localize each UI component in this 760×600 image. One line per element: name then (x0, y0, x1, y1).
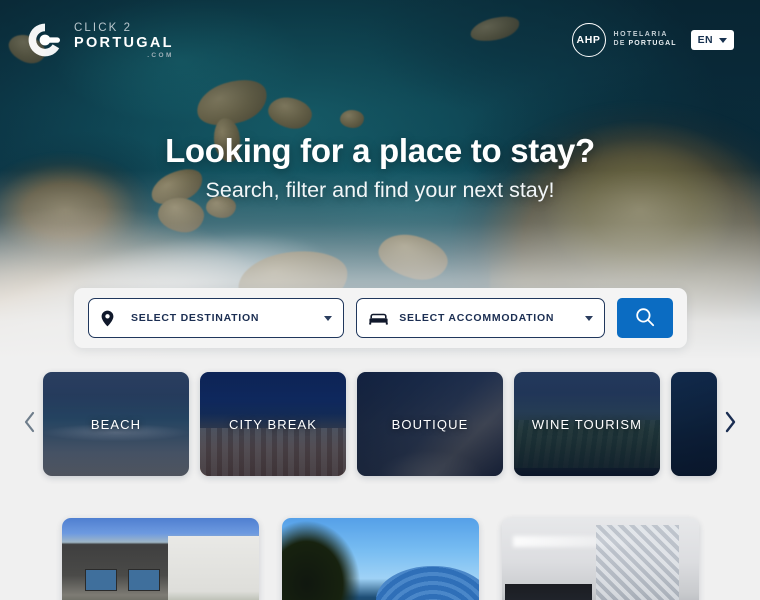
chevron-down-icon (324, 315, 333, 321)
window-detail (179, 573, 208, 591)
ahp-word-prefix: DE (613, 40, 629, 47)
top-navigation-bar: CLICK 2 PORTUGAL .COM AHP HOTELARIA DE P… (0, 0, 760, 80)
property-card[interactable] (61, 518, 259, 600)
cove-light-detail (513, 535, 632, 547)
language-selector[interactable]: EN (690, 30, 734, 50)
window-detail (128, 568, 160, 591)
search-bar: SELECT DESTINATION SELECT ACCOMMODATION (74, 288, 687, 348)
property-card[interactable] (501, 518, 699, 600)
destination-select[interactable]: SELECT DESTINATION (88, 298, 345, 338)
bed-icon (369, 312, 389, 325)
brand-line-1: CLICK 2 (74, 21, 133, 34)
category-card-beach[interactable]: BEACH (43, 372, 189, 476)
chevron-down-icon (719, 37, 727, 43)
category-prev-button[interactable] (17, 404, 43, 444)
building-dome-detail (376, 566, 479, 600)
category-label: BEACH (90, 416, 142, 432)
circle-c-logo-icon (26, 21, 64, 59)
search-submit-button[interactable] (616, 298, 673, 338)
brand-line-2: PORTUGAL (74, 35, 174, 52)
ahp-partner-logo[interactable]: AHP HOTELARIA DE PORTUGAL (571, 23, 677, 57)
category-label: BOUTIQUE (391, 416, 469, 432)
accommodation-select-label: SELECT ACCOMMODATION (399, 312, 555, 324)
category-card-boutique[interactable]: BOUTIQUE (357, 372, 503, 476)
category-label (671, 372, 717, 476)
ahp-initials: AHP (576, 34, 601, 46)
accommodation-select[interactable]: SELECT ACCOMMODATION (356, 298, 605, 338)
location-pin-icon (101, 310, 121, 327)
category-track: BEACH CITY BREAK BOUTIQUE WINE TOURISM (43, 372, 717, 476)
ahp-word-line-1: HOTELARIA (613, 31, 668, 39)
page-root: CLICK 2 PORTUGAL .COM AHP HOTELARIA DE P… (0, 0, 760, 600)
ahp-word-strong: PORTUGAL (628, 40, 677, 47)
category-card-city-break[interactable]: CITY BREAK (200, 372, 346, 476)
search-icon (635, 307, 655, 330)
brand-wordmark: CLICK 2 PORTUGAL .COM (74, 21, 174, 60)
top-right-group: AHP HOTELARIA DE PORTUGAL EN (571, 23, 734, 57)
property-card[interactable] (281, 518, 479, 600)
ahp-wordmark: HOTELARIA DE PORTUGAL (614, 31, 677, 49)
chevron-left-icon (23, 411, 37, 438)
brand-line-3: .COM (147, 51, 174, 59)
hero-copy: Looking for a place to stay? Search, fil… (0, 132, 760, 203)
hero-subtitle: Search, filter and find your next stay! (205, 178, 555, 202)
language-selector-label: EN (697, 34, 713, 46)
ahp-word-line-2: DE PORTUGAL (614, 40, 677, 49)
category-label: WINE TOURISM (531, 416, 643, 432)
category-card-next-partial[interactable] (671, 372, 717, 476)
property-card-list (0, 518, 760, 600)
hero-title: Looking for a place to stay? (165, 132, 595, 169)
window-detail (85, 568, 117, 591)
brand-logo[interactable]: CLICK 2 PORTUGAL .COM (26, 21, 174, 60)
bed-detail (505, 584, 593, 600)
category-card-wine-tourism[interactable]: WINE TOURISM (514, 372, 660, 476)
chevron-right-icon (723, 411, 737, 438)
ahp-circle-icon: AHP (571, 23, 606, 57)
destination-select-label: SELECT DESTINATION (131, 312, 260, 324)
category-next-button[interactable] (717, 404, 743, 444)
category-carousel: BEACH CITY BREAK BOUTIQUE WINE TOURISM (0, 372, 760, 476)
chevron-down-icon (584, 315, 593, 321)
category-label: CITY BREAK (228, 416, 318, 432)
